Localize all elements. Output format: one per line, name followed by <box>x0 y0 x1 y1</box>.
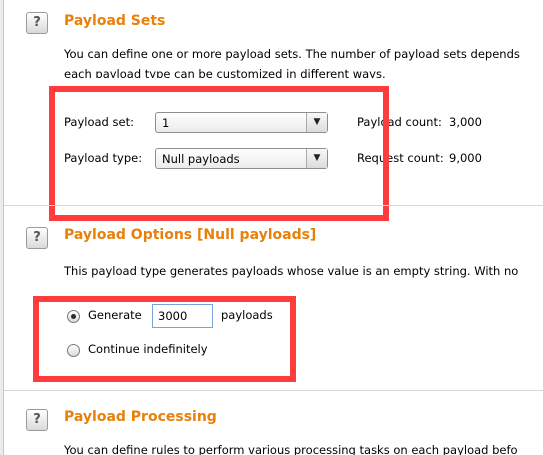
section-divider <box>4 205 543 206</box>
highlight-box-payload-sets <box>49 86 389 221</box>
payload-sets-help-icon[interactable]: ? <box>26 12 48 34</box>
payload-options-title: Payload Options [Null payloads] <box>64 227 317 243</box>
payload-count-value: 3,000 <box>449 115 482 129</box>
left-border <box>0 0 4 455</box>
payload-processing-title: Payload Processing <box>64 409 217 425</box>
payload-processing-help-icon[interactable]: ? <box>26 409 48 431</box>
payload-sets-title: Payload Sets <box>64 13 166 29</box>
payload-sets-description-line1: You can define one or more payload sets.… <box>64 47 520 61</box>
highlight-box-payload-options <box>33 296 296 382</box>
payload-options-description: This payload type generates payloads who… <box>64 264 519 278</box>
payload-options-help-icon[interactable]: ? <box>26 227 48 249</box>
section-divider <box>4 390 543 391</box>
payload-sets-description-line2: each payload type can be customized in d… <box>64 67 386 78</box>
payload-processing-description: You can define rules to perform various … <box>64 443 518 455</box>
request-count-value: 9,000 <box>449 151 482 165</box>
